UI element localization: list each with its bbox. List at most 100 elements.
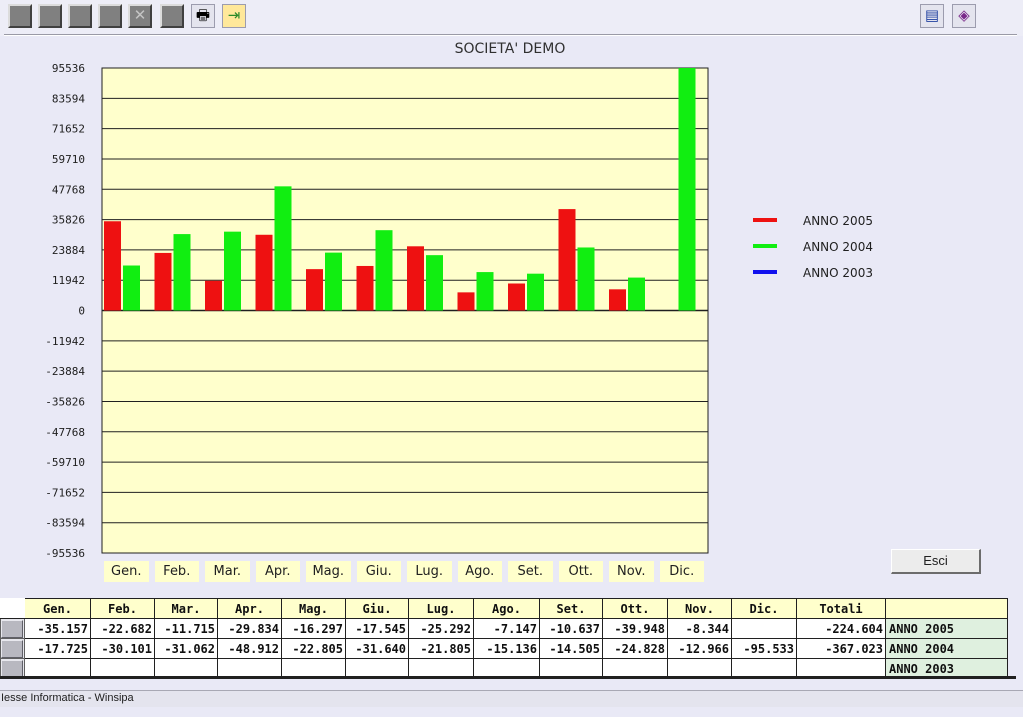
x-tick-label: Gen. (104, 561, 149, 582)
y-tick-label: -47768 (45, 426, 85, 439)
table-cell-total[interactable]: -224.604 (796, 618, 886, 639)
legend-label-2004: ANNO 2004 (803, 240, 873, 254)
column-header-totali[interactable]: Totali (796, 598, 886, 619)
x-tick-label: Mar. (205, 561, 250, 582)
toolbar-button-2[interactable] (38, 4, 62, 28)
row-selector[interactable] (0, 618, 25, 639)
y-tick-label: 83594 (52, 92, 85, 105)
print-button[interactable]: 🖶 (191, 4, 215, 28)
bar-anno-2005-feb (154, 252, 172, 311)
table-cell[interactable]: -8.344 (667, 618, 732, 639)
help-book-button[interactable]: ◈ (952, 4, 976, 28)
table-cell[interactable]: -31.640 (345, 638, 409, 659)
y-tick-label: -83594 (45, 517, 85, 530)
column-header[interactable]: Giu. (345, 598, 409, 619)
bar-anno-2004-mar (224, 231, 241, 311)
table-cell[interactable]: -31.062 (154, 638, 218, 659)
x-tick-label: Mag. (306, 561, 351, 582)
bar-anno-2004-lug (426, 255, 443, 311)
toolbar-button-1[interactable] (8, 4, 32, 28)
y-tick-label: 11942 (52, 274, 85, 287)
y-tick-label: 35826 (52, 214, 85, 227)
column-header[interactable]: Lug. (408, 598, 474, 619)
bar-anno-2005-set (508, 283, 525, 311)
table-cell[interactable]: -29.834 (217, 618, 282, 639)
exit-button[interactable]: Esci (891, 549, 981, 574)
printer-icon: 🖶 (195, 6, 211, 24)
bar-anno-2005-giu (356, 265, 374, 311)
table-cell[interactable]: -12.966 (667, 638, 732, 659)
x-tick-label: Ago. (457, 561, 502, 582)
bar-anno-2005-gen (104, 221, 121, 311)
column-header[interactable]: Feb. (90, 598, 155, 619)
column-header[interactable]: Nov. (667, 598, 732, 619)
y-tick-label: 23884 (52, 244, 85, 257)
x-tick-label: Lug. (407, 561, 452, 582)
table-cell[interactable]: -21.805 (408, 638, 474, 659)
bar-anno-2005-ott (558, 209, 576, 311)
monthly-values-table: Gen. Feb. Mar. Apr. Mag. Giu. Lug. Ago. … (0, 598, 1008, 679)
table-cell[interactable]: -39.948 (602, 618, 668, 639)
table-cell[interactable]: -24.828 (602, 638, 668, 659)
y-tick-label: -95536 (45, 547, 85, 560)
table-cell[interactable]: -22.805 (281, 638, 346, 659)
column-header[interactable]: Set. (539, 598, 603, 619)
column-header[interactable]: Mag. (281, 598, 346, 619)
x-tick-label: Feb. (154, 561, 199, 582)
legend-swatch-2005 (753, 218, 777, 222)
column-header[interactable]: Ott. (602, 598, 668, 619)
table-cell-total[interactable]: -367.023 (796, 638, 886, 659)
data-table: Gen. Feb. Mar. Apr. Mag. Giu. Lug. Ago. … (0, 598, 1008, 679)
table-cell[interactable] (731, 618, 797, 639)
bar-anno-2004-set (527, 273, 544, 311)
table-bottom-border (0, 676, 1016, 679)
table-row[interactable]: -35.157 -22.682 -11.715 -29.834 -16.297 … (0, 618, 1008, 639)
bar-anno-2005-ago (457, 292, 475, 311)
table-cell[interactable]: -95.533 (731, 638, 797, 659)
column-header[interactable]: Gen. (24, 598, 91, 619)
table-row[interactable]: -17.725 -30.101 -31.062 -48.912 -22.805 … (0, 638, 1008, 659)
table-cell[interactable]: -30.101 (90, 638, 155, 659)
legend-swatch-2004 (753, 244, 777, 248)
column-header[interactable]: Ago. (473, 598, 540, 619)
table-cell[interactable]: -17.545 (345, 618, 409, 639)
legend-label-2005: ANNO 2005 (803, 214, 873, 228)
year-label: ANNO 2005 (885, 618, 1008, 639)
legend-label-2003: ANNO 2003 (803, 266, 873, 280)
exit-door-button[interactable]: ⇥ (222, 4, 246, 28)
toolbar-button-3[interactable] (68, 4, 92, 28)
bar-anno-2005-mag (306, 269, 323, 311)
bar-anno-2004-mag (325, 252, 342, 311)
table-cell[interactable]: -15.136 (473, 638, 540, 659)
help-book-icon: ◈ (958, 6, 970, 24)
bar-anno-2005-lug (407, 246, 424, 311)
exit-door-icon: ⇥ (227, 6, 241, 24)
table-cell[interactable]: -25.292 (408, 618, 474, 639)
table-cell[interactable]: -10.637 (539, 618, 603, 639)
column-header[interactable]: Apr. (217, 598, 282, 619)
table-cell[interactable]: -22.682 (90, 618, 155, 639)
toolbar-button-6[interactable] (160, 4, 184, 28)
delete-button[interactable]: ✕ (128, 4, 152, 28)
bar-anno-2004-apr (274, 186, 292, 311)
table-cell[interactable]: -48.912 (217, 638, 282, 659)
column-header[interactable]: Mar. (154, 598, 218, 619)
bar-anno-2004-gen (123, 265, 140, 311)
table-cell[interactable]: -11.715 (154, 618, 218, 639)
table-cell[interactable]: -35.157 (24, 618, 91, 639)
table-cell[interactable]: -14.505 (539, 638, 603, 659)
x-tick-label: Ott. (558, 561, 603, 582)
table-cell[interactable]: -17.725 (24, 638, 91, 659)
row-selector[interactable] (0, 638, 25, 659)
column-header[interactable]: Dic. (731, 598, 797, 619)
calendar-button[interactable]: ▤ (920, 4, 944, 28)
bar-chart: 95536 83594 71652 59710 47768 35826 23884 11942… (45, 62, 709, 560)
toolbar-button-4[interactable] (98, 4, 122, 28)
table-cell[interactable]: -16.297 (281, 618, 346, 639)
table-cell[interactable]: -7.147 (473, 618, 540, 639)
x-tick-label: Giu. (356, 561, 401, 582)
legend-swatch-2003 (753, 270, 777, 274)
toolbar: ✕ 🖶 ⇥ ▤ ◈ (0, 0, 1023, 36)
y-tick-label: -35826 (45, 395, 85, 408)
year-label: ANNO 2004 (885, 638, 1008, 659)
